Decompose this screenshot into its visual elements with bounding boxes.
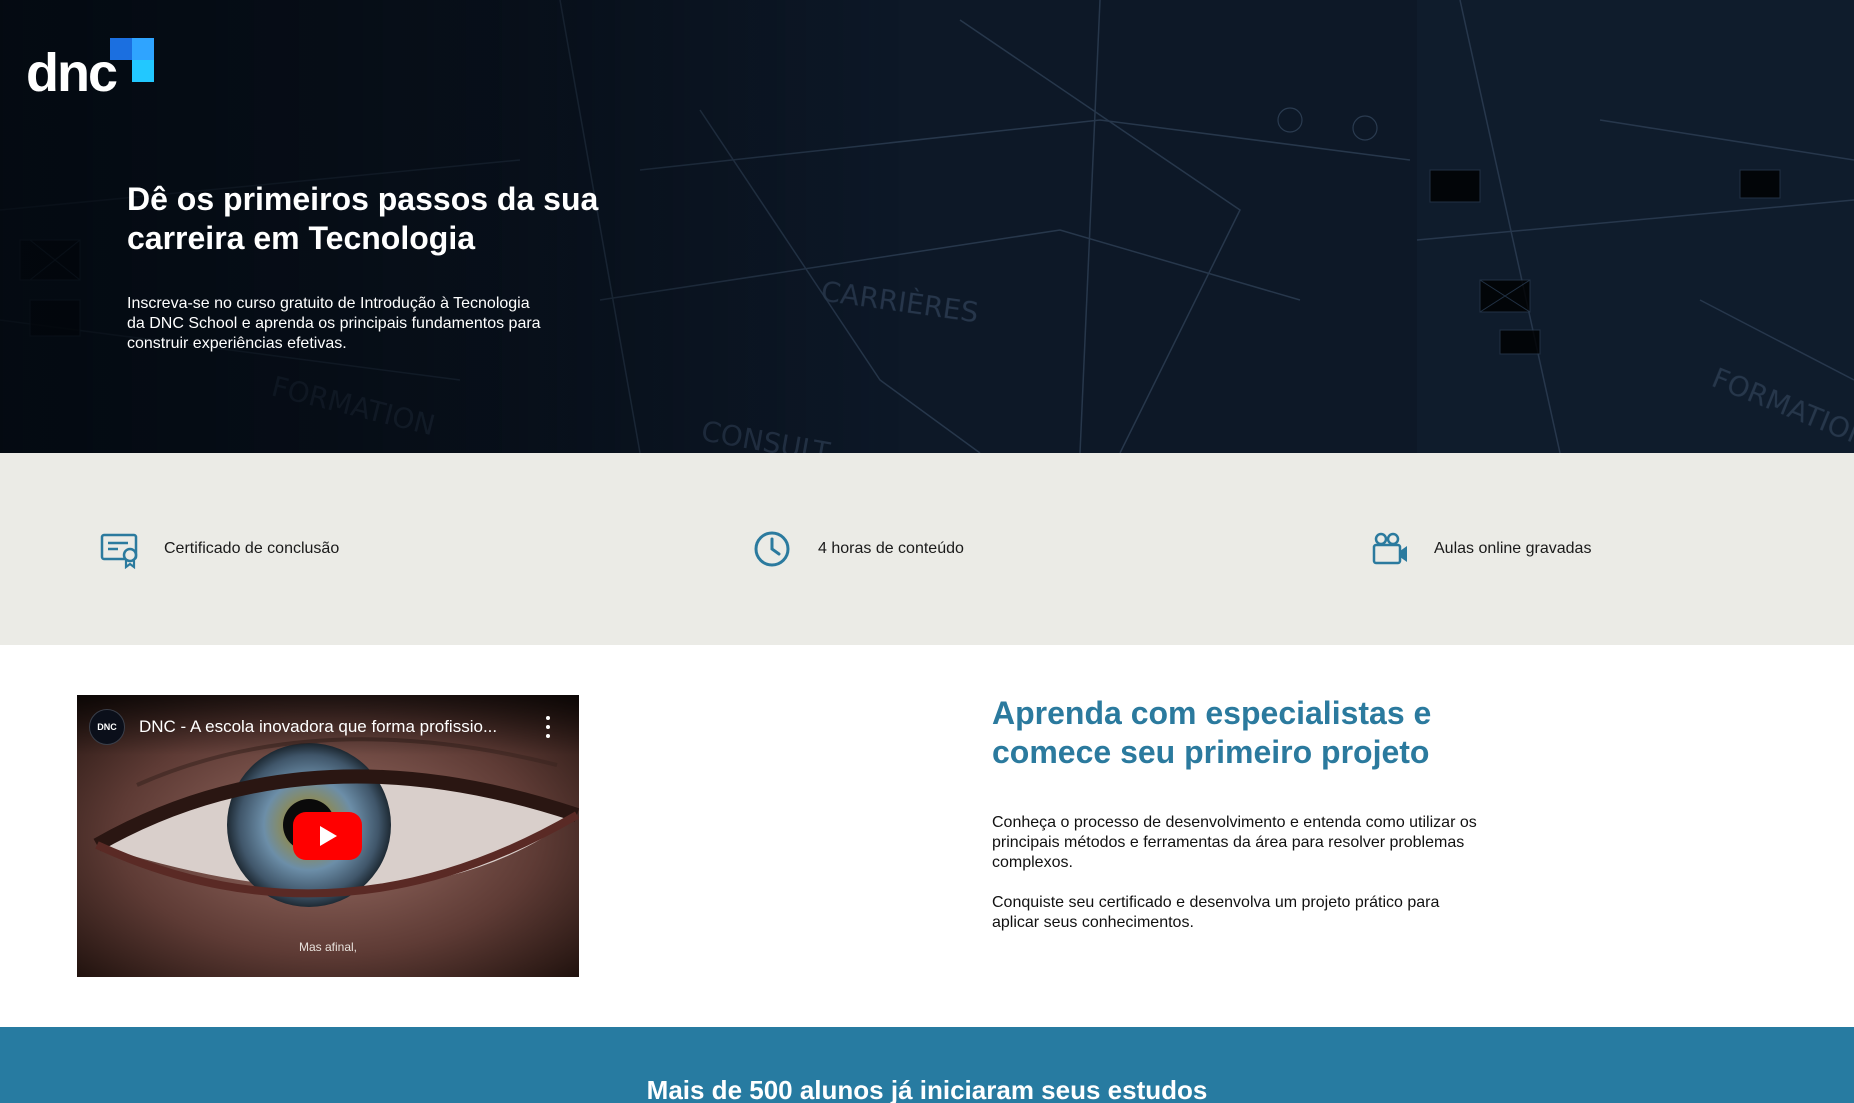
hero-description: Inscreva-se no curso gratuito de Introdu… bbox=[127, 295, 541, 352]
feature-label: 4 horas de conteúdo bbox=[818, 540, 964, 557]
play-icon bbox=[320, 826, 337, 846]
more-options-icon[interactable] bbox=[536, 711, 560, 743]
logo-square bbox=[132, 60, 154, 82]
logo-text: dnc bbox=[26, 43, 118, 103]
youtube-video-player[interactable]: DNC DNC - A escola inovadora que forma p… bbox=[77, 695, 579, 977]
video-title[interactable]: DNC - A escola inovadora que forma profi… bbox=[139, 717, 529, 737]
feature-label: Aulas online gravadas bbox=[1434, 540, 1592, 557]
learn-paragraph: Conquiste seu certificado e desenvolva u… bbox=[992, 894, 1440, 931]
channel-avatar[interactable]: DNC bbox=[89, 709, 125, 745]
logo-square bbox=[110, 38, 132, 60]
hero-title: Dê os primeiros passos da sua carreira e… bbox=[127, 181, 599, 256]
landing-page: CARRIÈRES FORMATION CONSULT FORMATION dn… bbox=[0, 0, 1854, 1103]
students-band-title: Mais de 500 alunos já iniciaram seus est… bbox=[646, 1075, 1208, 1103]
play-button[interactable] bbox=[293, 812, 362, 860]
clock-icon bbox=[754, 531, 790, 567]
feature-certificate: Certificado de conclusão bbox=[100, 529, 339, 569]
logo-square bbox=[132, 38, 154, 60]
video-camera-icon bbox=[1372, 532, 1407, 565]
learn-section-title: Aprenda com especialistas e comece seu p… bbox=[992, 695, 1432, 770]
learn-paragraph: Conheça o processo de desenvolvimento e … bbox=[992, 814, 1477, 871]
dnc-logo[interactable]: dnc bbox=[26, 38, 156, 104]
feature-online-classes: Aulas online gravadas bbox=[1370, 529, 1591, 569]
students-band: Mais de 500 alunos já iniciaram seus est… bbox=[0, 1027, 1854, 1103]
video-subtitle: Mas afinal, bbox=[298, 940, 358, 954]
feature-label: Certificado de conclusão bbox=[164, 540, 340, 557]
feature-duration: 4 horas de conteúdo bbox=[752, 529, 964, 569]
certificate-icon bbox=[100, 533, 138, 569]
hero-section: CARRIÈRES FORMATION CONSULT FORMATION dn… bbox=[0, 0, 1854, 453]
features-bar: Certificado de conclusão 4 horas de cont… bbox=[0, 453, 1854, 645]
